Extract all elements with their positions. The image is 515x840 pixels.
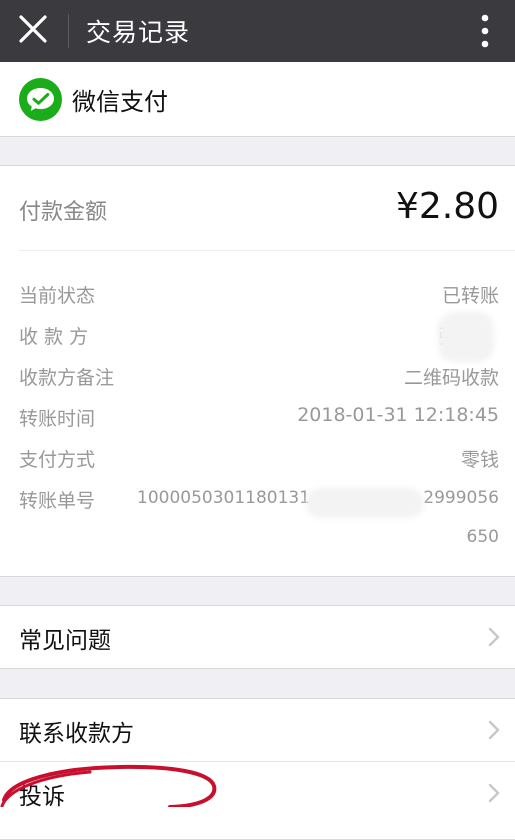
amount-value: ¥2.80 — [395, 186, 499, 227]
title-divider — [68, 14, 69, 48]
detail-row-payee: 收 款 方 张 — [19, 322, 499, 352]
divider — [19, 250, 515, 251]
detail-value: 二维码收款 — [403, 367, 499, 389]
contact-payee-item[interactable]: 联系收款方 — [0, 699, 515, 761]
payment-detail-card: 付款金额 ¥2.80 当前状态 已转账 收 款 方 张 收款方备注 二维码收款 … — [0, 165, 515, 577]
complaint-item[interactable]: 投诉 — [0, 761, 515, 824]
detail-row-transfer-id: 转账单号 1000050301180131 2999056 — [19, 486, 499, 516]
detail-row-method: 支付方式 零钱 — [19, 445, 499, 475]
page-title: 交易记录 — [86, 18, 191, 47]
brand-name: 微信支付 — [72, 88, 168, 116]
detail-row-status: 当前状态 已转账 — [19, 281, 499, 311]
detail-label: 转账时间 — [19, 408, 96, 430]
redaction-blur — [438, 312, 494, 362]
detail-value: 已转账 — [441, 285, 499, 307]
chevron-right-icon — [488, 627, 500, 647]
detail-value: 零钱 — [460, 449, 499, 471]
action-section: 联系收款方 投诉 — [0, 698, 515, 840]
detail-label: 收款方备注 — [19, 367, 115, 389]
chevron-right-icon — [488, 783, 500, 803]
detail-label: 支付方式 — [19, 449, 96, 471]
transfer-id-line2: 650 — [466, 527, 499, 547]
detail-label: 收 款 方 — [19, 326, 89, 348]
transfer-id-value: 1000050301180131 — [137, 488, 311, 508]
complaint-label: 投诉 — [19, 784, 65, 810]
transfer-id-tail: 2999056 — [423, 488, 499, 508]
faq-item[interactable]: 常见问题 — [0, 606, 515, 668]
detail-row-payee-note: 收款方备注 二维码收款 — [19, 363, 499, 393]
faq-section: 常见问题 — [0, 605, 515, 669]
detail-row-time: 转账时间 2018-01-31 12:18:45 — [19, 404, 499, 434]
close-icon[interactable] — [14, 10, 52, 48]
redaction-blur — [306, 488, 424, 518]
wechat-pay-logo — [19, 78, 62, 121]
faq-label: 常见问题 — [19, 628, 111, 654]
amount-label: 付款金额 — [19, 200, 108, 225]
detail-row-transfer-id-cont: 650 — [19, 527, 499, 557]
detail-value: 2018-01-31 12:18:45 — [297, 404, 499, 426]
detail-label: 转账单号 — [19, 490, 96, 512]
detail-label: 当前状态 — [19, 285, 96, 307]
title-bar: 交易记录 — [0, 0, 515, 62]
chevron-right-icon — [488, 720, 500, 740]
more-vertical-icon[interactable] — [471, 10, 499, 52]
brand-row: 微信支付 — [0, 62, 515, 137]
contact-payee-label: 联系收款方 — [19, 721, 134, 747]
